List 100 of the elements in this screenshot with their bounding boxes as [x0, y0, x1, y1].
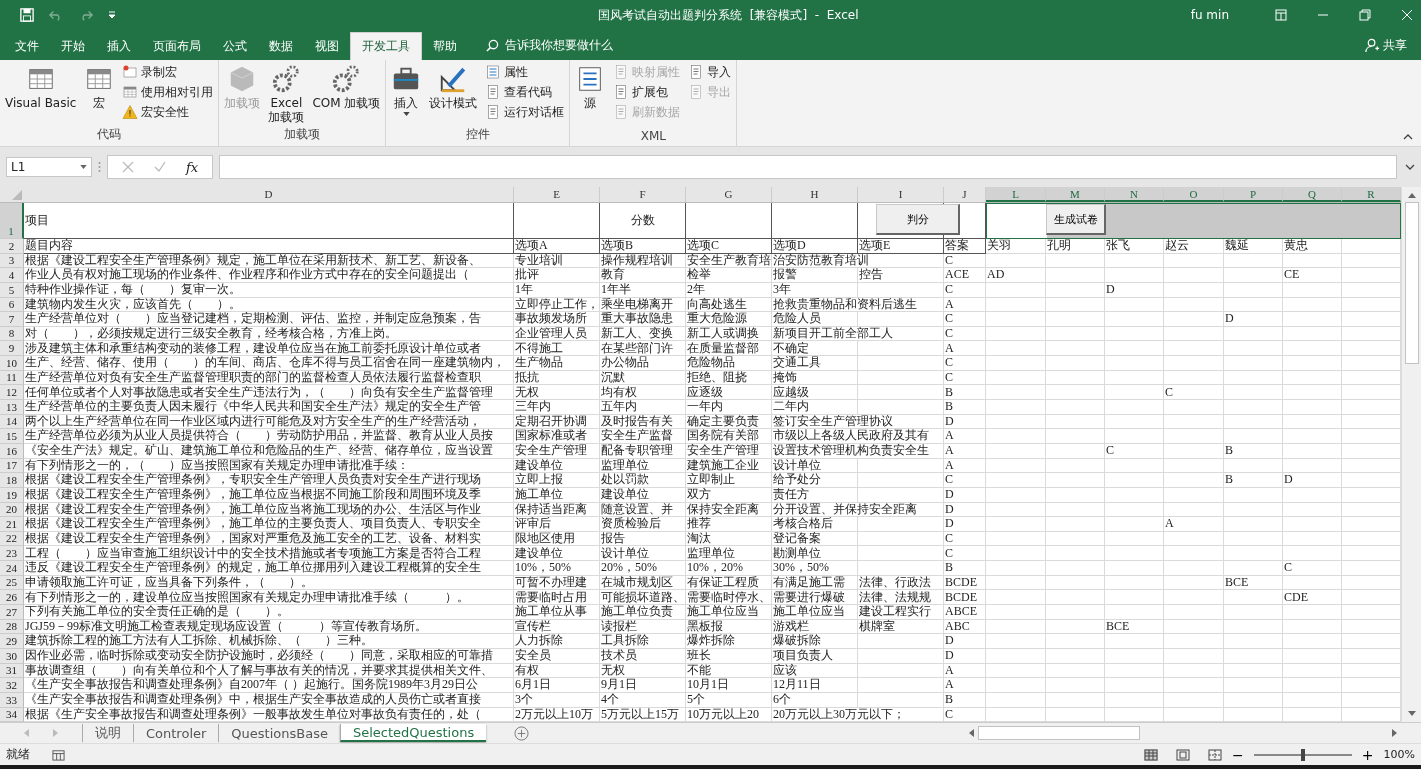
- row-header[interactable]: 15: [0, 429, 24, 444]
- row-header[interactable]: 12: [0, 385, 24, 401]
- insert-function-button[interactable]: fx: [186, 159, 199, 175]
- column-header[interactable]: L: [986, 187, 1046, 202]
- restore-icon[interactable]: [1359, 9, 1371, 21]
- ribbon-button[interactable]: 扩展包: [610, 82, 684, 102]
- ribbon-button[interactable]: 插入: [388, 62, 425, 126]
- ribbon-tab[interactable]: 数据: [258, 32, 304, 60]
- row-header[interactable]: 9: [0, 341, 24, 357]
- column-header[interactable]: Q: [1283, 187, 1342, 202]
- ribbon-button[interactable]: 源: [572, 62, 609, 129]
- formula-field[interactable]: [219, 155, 1397, 179]
- ribbon-tab[interactable]: 视图: [304, 32, 350, 60]
- check-icon[interactable]: [154, 161, 166, 173]
- column-header[interactable]: R: [1342, 187, 1401, 202]
- page-layout-icon[interactable]: [1176, 748, 1191, 761]
- row-header[interactable]: 10: [0, 356, 24, 371]
- name-box[interactable]: L1: [6, 157, 92, 177]
- ribbon-button[interactable]: 设计模式: [426, 62, 481, 126]
- table-cell: [1046, 502, 1105, 518]
- ribbon-button[interactable]: 录制宏: [119, 62, 217, 82]
- user-name[interactable]: fu min: [1190, 8, 1229, 22]
- ribbon-button[interactable]: 运行对话框: [482, 102, 568, 122]
- row-header[interactable]: 23: [0, 546, 24, 562]
- scroll-thumb[interactable]: [1404, 202, 1419, 364]
- table-cell: 人力拆除: [514, 634, 600, 649]
- table-cell: [1283, 605, 1342, 620]
- row-header[interactable]: 18: [0, 473, 24, 488]
- ribbon-button[interactable]: COM 加载项: [309, 62, 384, 126]
- scroll-left-icon[interactable]: [969, 729, 974, 737]
- row-header[interactable]: 2: [0, 239, 24, 254]
- row-header[interactable]: 4: [0, 268, 24, 283]
- sheet-tab[interactable]: QuestionsBase: [218, 724, 340, 742]
- column-header[interactable]: E: [514, 187, 600, 202]
- column-header[interactable]: G: [686, 187, 772, 202]
- ribbon-button[interactable]: 属性: [482, 62, 568, 82]
- selected-merged-cell[interactable]: [986, 203, 1401, 239]
- save-icon[interactable]: [20, 8, 34, 22]
- scroll-down-icon[interactable]: [1407, 711, 1416, 716]
- table-cell: [1164, 648, 1224, 664]
- tell-me-field[interactable]: 告诉我你想要做什么: [503, 37, 667, 53]
- zoom-in-button[interactable]: +: [1361, 746, 1374, 763]
- column-header[interactable]: I: [858, 187, 944, 202]
- scroll-right-icon[interactable]: [1392, 729, 1397, 737]
- zoom-slider-thumb[interactable]: [1300, 748, 1305, 761]
- ribbon-tab[interactable]: 开始: [50, 32, 96, 60]
- row-header[interactable]: 13: [0, 400, 24, 415]
- normal-view-icon[interactable]: [1144, 748, 1159, 761]
- ribbon-button[interactable]: 使用相对引用: [119, 82, 217, 102]
- table-cell: 根据《建设工程安全生产管理条例》，专职安全生产管理人员负责对安全生产进行现场: [24, 473, 514, 488]
- page-break-icon[interactable]: [1208, 748, 1223, 761]
- ribbon-display-icon[interactable]: [1275, 9, 1287, 21]
- table-cell: [1224, 678, 1283, 693]
- sheet-tab[interactable]: Controler: [133, 724, 219, 742]
- row-header[interactable]: 21: [0, 517, 24, 532]
- ribbon-button[interactable]: 导入: [685, 62, 735, 82]
- sheet-button[interactable]: 判分: [876, 204, 960, 235]
- ribbon-button[interactable]: Excel 加载项: [265, 62, 308, 126]
- macro-record-icon[interactable]: [52, 748, 65, 761]
- expand-caret-icon[interactable]: [1405, 164, 1415, 170]
- row-header[interactable]: 27: [0, 605, 24, 620]
- zoom-level[interactable]: 100%: [1383, 748, 1415, 761]
- table-cell: [1164, 297, 1224, 313]
- scroll-thumb[interactable]: [978, 726, 1140, 740]
- table-cell: 1年: [514, 282, 600, 298]
- sheet-button[interactable]: 生成试卷: [1046, 204, 1106, 235]
- close-icon[interactable]: [1401, 9, 1413, 21]
- scroll-up-icon[interactable]: [1407, 193, 1416, 198]
- row-header[interactable]: 32: [0, 678, 24, 693]
- zoom-out-button[interactable]: −: [1232, 746, 1244, 763]
- row-header[interactable]: 7: [0, 312, 24, 327]
- ribbon-button[interactable]: 查看代码: [482, 82, 568, 102]
- ribbon-button[interactable]: Visual Basic: [2, 62, 80, 126]
- collapse-ribbon-icon[interactable]: [1403, 134, 1413, 140]
- ribbon-tab[interactable]: 帮助: [422, 32, 468, 60]
- add-sheet-icon[interactable]: [514, 725, 530, 741]
- column-header[interactable]: F: [600, 187, 686, 202]
- vertical-scrollbar[interactable]: [1401, 187, 1421, 722]
- row-header[interactable]: 24: [0, 561, 24, 576]
- ribbon-tab[interactable]: 页面布局: [142, 32, 212, 60]
- ribbon-button[interactable]: 宏: [81, 62, 118, 126]
- ribbon-tab[interactable]: 开发工具: [350, 32, 422, 60]
- row-header[interactable]: 29: [0, 634, 24, 649]
- ribbon-tab[interactable]: 文件: [4, 32, 50, 60]
- column-header[interactable]: P: [1224, 187, 1283, 202]
- table-cell: 应越级: [772, 385, 858, 401]
- column-header[interactable]: H: [772, 187, 858, 202]
- column-header[interactable]: O: [1164, 187, 1224, 202]
- sheet-tab[interactable]: SelectedQuestions: [339, 724, 487, 742]
- ribbon-button[interactable]: 宏安全性: [119, 102, 217, 122]
- column-header[interactable]: M: [1046, 187, 1105, 202]
- column-header[interactable]: N: [1105, 187, 1164, 202]
- sheet-tab[interactable]: 说明: [82, 724, 133, 742]
- column-header[interactable]: D: [24, 187, 514, 202]
- ribbon-tab[interactable]: 公式: [212, 32, 258, 60]
- ribbon-tab[interactable]: 插入: [96, 32, 142, 60]
- row-header[interactable]: 26: [0, 590, 24, 605]
- row-header[interactable]: 1: [0, 203, 24, 239]
- share-button[interactable]: 共享: [1351, 30, 1421, 60]
- customize-caret-icon[interactable]: [108, 11, 116, 19]
